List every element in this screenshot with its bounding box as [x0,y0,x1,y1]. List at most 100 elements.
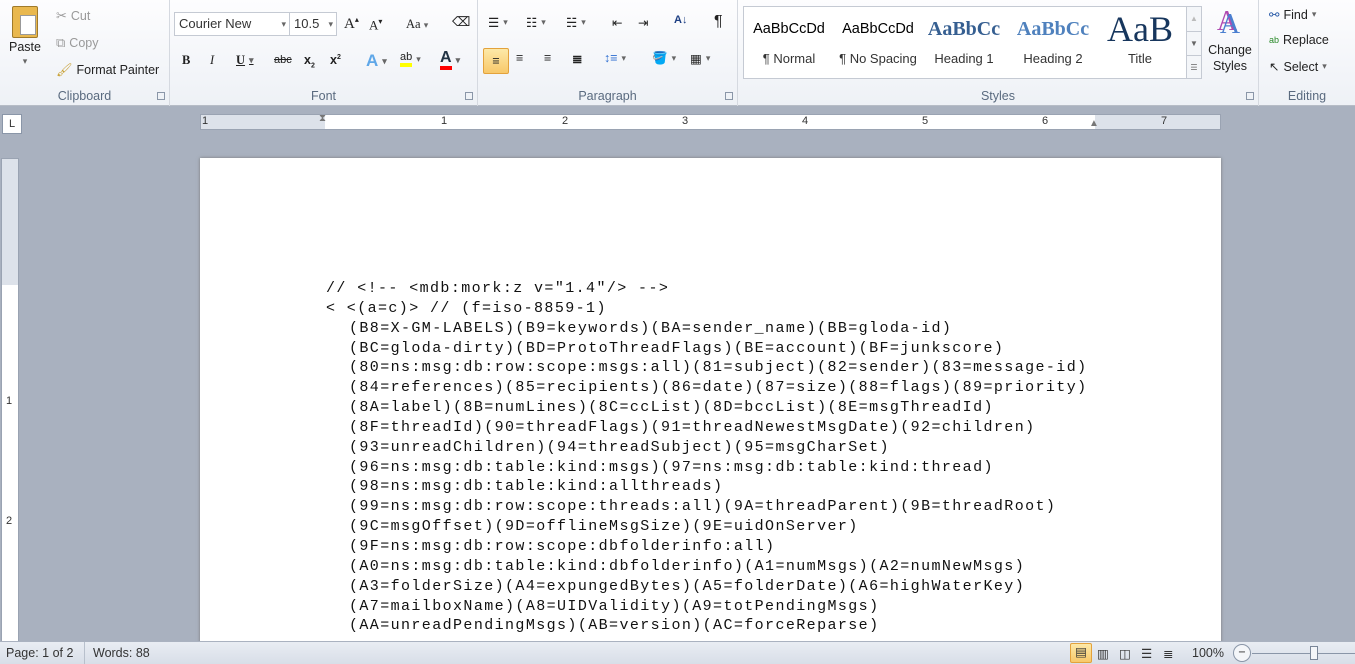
document-line: (BC=gloda-dirty)(BD=ProtoThreadFlags)(BE… [349,339,1005,357]
paragraph-group-label: Paragraph [578,89,637,103]
format-painter-button[interactable]: 🖌 Format Painter [56,62,159,78]
bullets-button[interactable]: ☰ ▾ [488,15,508,30]
zoom-out-icon[interactable]: − [1233,644,1251,662]
underline-button[interactable]: U ▾ [236,53,254,68]
styles-dialog-launcher[interactable] [1246,92,1254,100]
superscript-button[interactable]: x2 [330,53,341,67]
change-styles-button[interactable]: A Change Styles [1206,8,1254,74]
strikethrough-button[interactable]: abc [274,54,292,66]
style-name: ¶ No Spacing [839,51,917,66]
bold-icon: B [182,53,191,67]
select-button[interactable]: ↖ Select ▾ [1269,59,1327,75]
change-styles-icon: A [1219,9,1241,40]
subscript-icon: x2 [304,53,315,70]
align-center-button[interactable]: ≡ [516,51,523,65]
ruler-number: 2 [6,515,13,527]
shrink-font-icon: A▾ [369,17,383,33]
print-layout-icon[interactable]: ▤ [1070,643,1092,663]
grow-font-button[interactable]: A▴ [344,15,359,33]
clipboard-dialog-launcher[interactable] [157,92,165,100]
paste-icon [12,6,38,38]
paragraph-dialog-launcher[interactable] [725,92,733,100]
text-effects-button[interactable]: A ▾ [366,51,387,71]
document-text[interactable]: // <!-- <mdb:mork:z v="1.4"/> --> < <(a=c… [326,279,1088,636]
web-layout-icon[interactable]: ◫ [1119,646,1131,661]
line-spacing-icon: ↕≡ [604,51,618,65]
document-line: (A7=mailboxName)(A8=UIDValidity)(A9=totP… [349,597,880,615]
cursor-icon: ↖ [1269,60,1280,74]
numbering-icon: ☷ [526,16,538,30]
word-count[interactable]: Words: 88 [93,646,150,660]
subscript-button[interactable]: x2 [304,53,315,70]
scissors-icon: ✂ [56,8,67,23]
vertical-ruler[interactable]: 1 2 [1,158,19,645]
style-no-spacing[interactable]: AaBbCcDd ¶ No Spacing [834,7,922,80]
decrease-indent-button[interactable]: ⇤ [612,15,622,30]
multilevel-list-button[interactable]: ☵ ▾ [566,15,586,30]
scroll-down-icon[interactable]: ▼ [1187,31,1201,55]
styles-scroll[interactable]: ▲ ▼ ☰ [1186,6,1202,79]
increase-indent-button[interactable]: ⇥ [638,15,648,30]
document-line: (9F=ns:msg:db:row:scope:dbfolderinfo:all… [349,537,776,555]
font-size-combo[interactable]: 10.5 ▾ [289,12,337,36]
align-left-button[interactable]: ≡ [483,48,509,74]
style-preview: AaBbCc [1016,17,1090,40]
zoom-slider[interactable] [1252,653,1355,654]
document-page[interactable]: // <!-- <mdb:mork:z v="1.4"/> --> < <(a=c… [200,158,1221,658]
ruler-number: 2 [562,115,569,127]
shading-button[interactable]: 🪣 ▾ [652,51,676,66]
ruler-number: 1 [202,115,209,127]
sort-button[interactable]: A↓ [674,14,687,26]
style-heading-2[interactable]: AaBbCc Heading 2 [1012,7,1094,80]
align-right-button[interactable]: ≡ [544,51,551,65]
font-color-button[interactable]: A ▾ [440,50,460,70]
numbering-button[interactable]: ☷ ▾ [526,15,546,30]
editing-group: ⚯ Find ▾ ab Replace ↖ Select ▾ Editing [1259,0,1355,106]
clear-formatting-button[interactable]: ⌫ [452,14,470,30]
bold-button[interactable]: B [182,53,190,68]
style-title[interactable]: AaB Title [1096,7,1184,80]
document-line: (99=ns:msg:db:row:scope:threads:all)(9A=… [349,498,1057,516]
outline-icon[interactable]: ☰ [1141,646,1152,661]
replace-button[interactable]: ab Replace [1269,33,1329,47]
more-styles-icon[interactable]: ☰ [1187,55,1201,78]
ruler-number: 7 [1161,115,1168,127]
style-normal[interactable]: AaBbCcDd ¶ Normal [744,7,834,80]
copy-icon: ⧉ [56,35,66,50]
ruler-number: 5 [922,115,929,127]
shrink-font-button[interactable]: A▾ [369,17,382,33]
zoom-level[interactable]: 100% [1192,646,1224,660]
borders-button[interactable]: ▦ ▾ [690,51,710,66]
justify-button[interactable]: ≣ [572,51,582,66]
highlight-button[interactable]: ab ▾ [400,51,421,67]
page-count[interactable]: Page: 1 of 2 [6,646,73,660]
indent-marker-icon[interactable]: ⧗ [319,113,326,124]
line-spacing-button[interactable]: ↕≡ ▾ [604,51,626,65]
tab-selector[interactable]: L [2,114,22,134]
horizontal-ruler[interactable]: 1 1 2 3 4 5 6 7 ⧗ ▲ [200,113,1221,130]
right-indent-icon[interactable]: ▲ [1089,118,1099,129]
paste-button[interactable]: Paste ▾ [6,6,44,67]
cut-button[interactable]: ✂ Cut [56,8,90,24]
find-button[interactable]: ⚯ Find ▾ [1269,7,1316,23]
style-preview: AaB [1107,9,1173,49]
document-line: (98=ns:msg:db:table:kind:allthreads) [349,478,724,496]
scroll-up-icon[interactable]: ▲ [1187,7,1201,31]
italic-button[interactable]: I [210,53,214,68]
change-case-button[interactable]: Aa ▾ [406,17,428,32]
increase-indent-icon: ⇥ [638,16,649,30]
style-heading-1[interactable]: AaBbCc Heading 1 [924,7,1004,80]
full-screen-reading-icon[interactable]: ▥ [1097,646,1109,661]
draft-icon[interactable]: ≣ [1163,646,1173,661]
binoculars-icon: ⚯ [1269,8,1280,22]
font-name-combo[interactable]: Courier New ▾ [174,12,290,36]
show-formatting-button[interactable]: ¶ [714,13,723,31]
style-preview: AaBbCcDd [753,21,825,37]
document-line: (8A=label)(8B=numLines)(8C=ccList)(8D=bc… [349,399,994,417]
replace-icon: ab [1269,35,1280,45]
font-group-label: Font [310,89,336,103]
zoom-slider-thumb[interactable] [1310,646,1318,660]
style-name: Heading 1 [934,51,994,66]
font-dialog-launcher[interactable] [465,92,473,100]
copy-button[interactable]: ⧉ Copy [56,35,98,51]
